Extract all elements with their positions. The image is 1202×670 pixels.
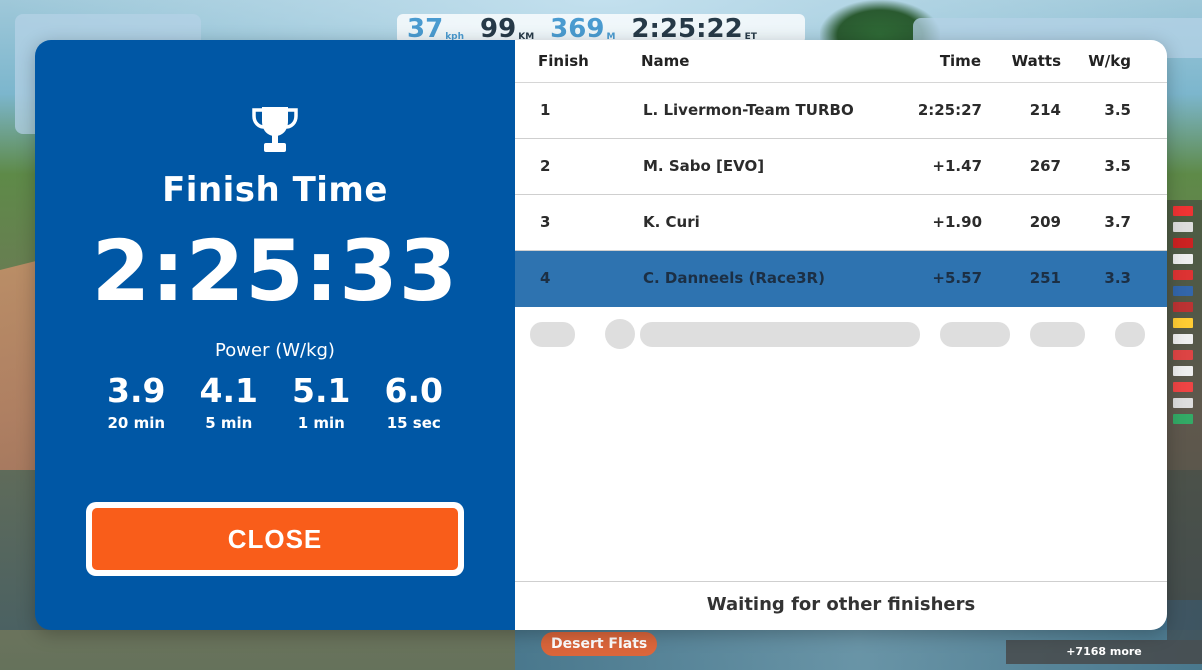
table-row: 2 M. Sabo [EVO] +1.47 267 3.5 [515,139,1167,195]
column-header-name: Name [641,52,690,70]
flag-icon [1173,254,1193,264]
power-value: 3.9 [107,371,166,410]
flag-icon [1173,350,1193,360]
row-watts: 209 [1029,213,1061,231]
flag-icon [1173,382,1193,392]
flag-icon [1173,398,1193,408]
flag-icon [1173,222,1193,232]
row-time: +5.57 [932,269,982,287]
loading-placeholder [1115,322,1145,347]
row-finish: 3 [540,213,551,231]
power-value: 5.1 [292,371,351,410]
row-watts: 267 [1029,157,1061,175]
close-button-label: CLOSE [92,508,458,570]
column-header-time: Time [939,52,981,70]
column-header-finish: Finish [538,52,589,70]
more-riders-label[interactable]: +7168 more [1006,640,1202,664]
results-table-header: Finish Name Time Watts W/kg [515,40,1167,83]
rider-list-strip [1167,200,1202,640]
row-wkg: 3.7 [1104,213,1131,231]
table-row-highlighted: 4 C. Danneels (Race3R) +5.57 251 3.3 [515,251,1167,307]
row-finish: 2 [540,157,551,175]
row-time: +1.90 [932,213,982,231]
power-stat-20min: 3.9 20 min [90,370,183,434]
flag-icon [1173,334,1193,344]
row-name: C. Danneels (Race3R) [643,269,825,287]
row-wkg: 3.3 [1104,269,1131,287]
close-button[interactable]: CLOSE [86,502,464,576]
flag-icon [1173,302,1193,312]
loading-placeholder [940,322,1010,347]
trophy-icon [252,107,298,152]
waiting-status: Waiting for other finishers [515,581,1167,630]
power-label: Power (W/kg) [215,340,335,361]
row-name: L. Livermon-Team TURBO [643,101,854,119]
loading-placeholder [1030,322,1085,347]
row-watts: 214 [1029,101,1061,119]
world-route-label: Desert Flats [541,632,658,656]
power-duration: 15 sec [386,414,441,432]
flag-icon [1173,206,1193,216]
elapsed-time-value: 2:25:22 [631,14,743,44]
row-name: K. Curi [643,213,700,231]
results-table-panel: Finish Name Time Watts W/kg 1 L. Livermo… [515,40,1167,630]
speed-value: 37 [407,14,444,44]
loading-placeholder [640,322,920,347]
flag-icon [1173,286,1193,296]
table-row: 3 K. Curi +1.90 209 3.7 [515,195,1167,251]
finish-summary-panel: Finish Time 2:25:33 Power (W/kg) 3.9 20 … [35,40,515,630]
power-stat-1min: 5.1 1 min [275,370,368,434]
table-row: 1 L. Livermon-Team TURBO 2:25:27 214 3.5 [515,83,1167,139]
power-stat-15sec: 6.0 15 sec [368,370,461,434]
flag-icon [1173,414,1193,424]
power-duration: 5 min [205,414,253,432]
row-time: 2:25:27 [917,101,982,119]
distance-stat: 99 KM [480,16,534,42]
flag-icon [1173,270,1193,280]
loading-placeholder-avatar [605,319,635,349]
flag-icon [1173,238,1193,248]
finish-time-value: 2:25:33 [91,222,459,320]
power-stats: 3.9 20 min 4.1 5 min 5.1 1 min 6.0 15 se… [90,370,460,434]
row-time: +1.47 [932,157,982,175]
distance-value: 99 [480,14,517,44]
finish-results-modal: Finish Time 2:25:33 Power (W/kg) 3.9 20 … [35,40,1167,630]
power-duration: 1 min [297,414,345,432]
row-name: M. Sabo [EVO] [643,157,765,175]
flag-icon [1173,366,1193,376]
flag-icon [1173,318,1193,328]
elapsed-time-stat: 2:25:22 ET [631,16,757,42]
elevation-stat: 369 M [550,16,615,42]
row-wkg: 3.5 [1104,157,1131,175]
row-finish: 4 [540,269,551,287]
power-stat-5min: 4.1 5 min [183,370,276,434]
power-value: 4.1 [199,371,258,410]
row-wkg: 3.5 [1104,101,1131,119]
power-value: 6.0 [384,371,443,410]
finish-time-title: Finish Time [162,170,388,210]
elevation-value: 369 [550,14,605,44]
speed-stat: 37 kph [407,16,464,42]
loading-placeholder [530,322,575,347]
column-header-wkg: W/kg [1088,52,1131,70]
row-watts: 251 [1029,269,1061,287]
row-finish: 1 [540,101,551,119]
column-header-watts: Watts [1011,52,1061,70]
power-duration: 20 min [107,414,166,432]
